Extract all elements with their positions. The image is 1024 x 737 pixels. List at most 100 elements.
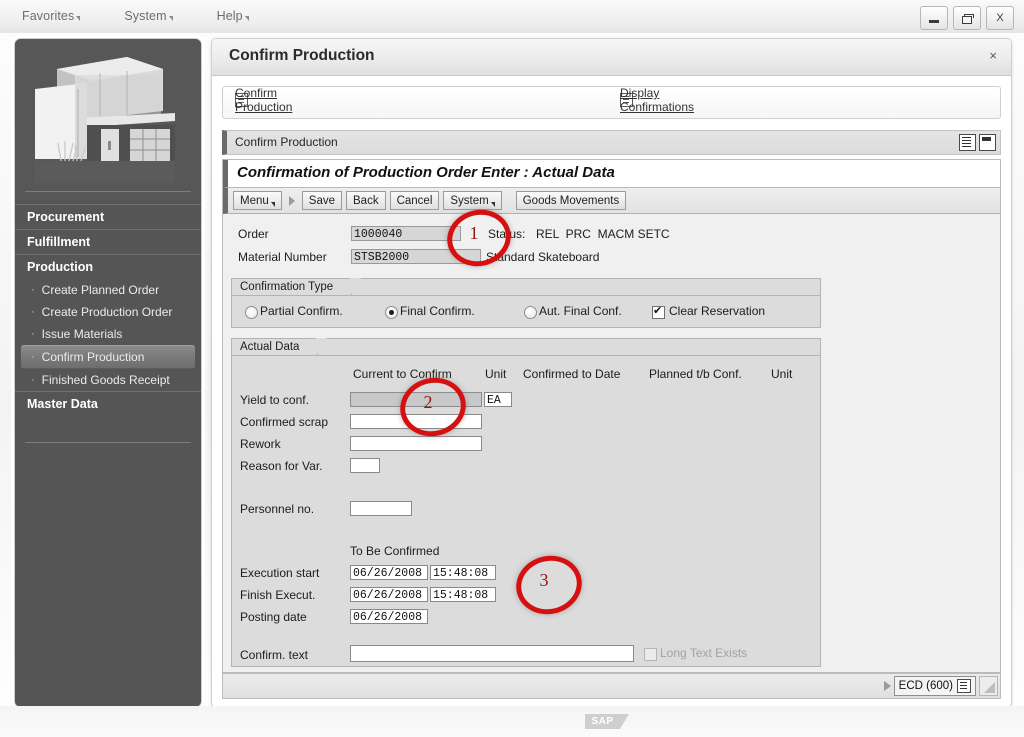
finish-execut-label: Finish Execut. — [240, 588, 316, 602]
sidebar-divider — [25, 191, 191, 192]
order-field[interactable]: 1000040 — [351, 226, 461, 241]
sidebar-item-label: Production — [27, 260, 93, 274]
menu-item-system-label: System — [124, 9, 167, 23]
main-menu-bar: Favorites System Help — [22, 9, 249, 23]
chevron-down-icon — [168, 16, 173, 21]
goods-movements-button-label: Goods Movements — [522, 194, 620, 207]
checkbox-clear-reservation[interactable] — [652, 304, 665, 319]
menu-item-system[interactable]: System — [124, 9, 173, 23]
sidebar-item-label: Confirm Production — [41, 350, 145, 364]
radio-partial-confirm-label: Partial Confirm. — [260, 304, 343, 318]
yield-to-conf-field[interactable] — [350, 392, 482, 407]
panel-header-label: Confirm Production — [235, 135, 338, 149]
sidebar-item-create-production-order[interactable]: · Create Production Order — [15, 301, 201, 323]
sidebar-item-confirm-production[interactable]: · Confirm Production — [21, 345, 195, 369]
chevron-down-icon — [490, 202, 495, 207]
posting-date-field[interactable]: 06/26/2008 — [350, 609, 428, 624]
collapse-icon[interactable] — [979, 134, 996, 151]
actual-data-group-label: Actual Data — [231, 338, 328, 356]
sidebar-item-issue-materials[interactable]: · Issue Materials — [15, 323, 201, 345]
sidebar-item-finished-goods-receipt[interactable]: · Finished Goods Receipt — [15, 369, 201, 391]
tab-display-confirmations[interactable]: Display Confirmations — [620, 86, 694, 114]
factory-building-icon — [15, 39, 201, 199]
chevron-down-icon — [76, 16, 81, 21]
chevron-down-icon — [244, 16, 249, 21]
sidebar-item-label: Procurement — [27, 210, 105, 224]
radio-aut-final-conf[interactable] — [524, 306, 537, 319]
sidebar-item-label: Fulfillment — [27, 235, 91, 249]
goods-movements-button[interactable]: Goods Movements — [515, 191, 627, 210]
execution-start-date-field[interactable]: 06/26/2008 — [350, 565, 428, 580]
confirmation-type-group-label: Confirmation Type — [231, 278, 362, 296]
rework-field[interactable] — [350, 436, 482, 451]
reason-for-var-field[interactable] — [350, 458, 380, 473]
list-view-icon[interactable] — [959, 134, 976, 151]
sidebar-item-fulfillment[interactable]: Fulfillment — [15, 229, 201, 254]
back-button-label: Back — [353, 194, 379, 207]
sidebar-item-label: Master Data — [27, 397, 98, 411]
cancel-button[interactable]: Cancel — [389, 191, 440, 210]
material-number-field[interactable]: STSB2000 — [351, 249, 481, 264]
confirm-text-field[interactable] — [350, 645, 634, 662]
factory-building-image — [15, 39, 201, 199]
toolbar-separator-arrow-icon — [288, 195, 295, 206]
bullet-icon: · — [31, 327, 35, 340]
confirmation-type-group: Confirmation Type Partial Confirm. Final… — [231, 278, 821, 328]
screen-toolbar: Menu Save Back Cancel System Goods Movem… — [223, 188, 1000, 214]
window-title-bar: Favorites System Help X — [0, 0, 1024, 33]
confirmed-scrap-label: Confirmed scrap — [240, 415, 329, 429]
yield-to-conf-unit-field[interactable]: EA — [484, 392, 512, 407]
menu-item-favorites-label: Favorites — [22, 9, 75, 23]
checkbox-long-text-exists-label: Long Text Exists — [660, 646, 748, 660]
navigation-sidebar: Procurement Fulfillment Production · Cre… — [14, 38, 202, 708]
back-button[interactable]: Back — [346, 191, 386, 210]
sidebar-item-label: Create Planned Order — [41, 283, 160, 297]
actual-data-group: Actual Data Current to Confirm Unit Conf… — [231, 338, 821, 667]
window-controls: X — [920, 6, 1014, 30]
column-header-unit-2: Unit — [771, 367, 793, 381]
finish-execut-date-field[interactable]: 06/26/2008 — [350, 587, 428, 602]
status-value: REL PRC MACM SETC — [536, 227, 670, 241]
content-close-icon[interactable]: × — [989, 48, 997, 63]
to-be-confirmed-label: To Be Confirmed — [350, 544, 440, 558]
material-description: Standard Skateboard — [486, 250, 600, 264]
close-button[interactable]: X — [986, 6, 1014, 30]
execution-start-time-field[interactable]: 15:48:08 — [430, 565, 496, 580]
menu-item-favorites[interactable]: Favorites — [22, 9, 81, 23]
page-title: Confirm Production — [229, 47, 375, 64]
resize-grip[interactable] — [979, 676, 998, 696]
bullet-icon: · — [31, 305, 35, 318]
panel-header: Confirm Production — [222, 130, 1001, 155]
restore-button[interactable] — [953, 6, 981, 30]
radio-partial-confirm[interactable] — [245, 306, 258, 319]
tab-confirm-production[interactable]: Confirm Production — [235, 86, 292, 114]
cancel-button-label: Cancel — [396, 194, 433, 207]
menu-item-help[interactable]: Help — [217, 9, 249, 23]
chevron-down-icon — [270, 202, 275, 207]
minimize-button[interactable] — [920, 6, 948, 30]
menu-button[interactable]: Menu — [233, 191, 282, 210]
personnel-no-field[interactable] — [350, 501, 412, 516]
sidebar-item-production[interactable]: Production — [15, 254, 201, 279]
radio-final-confirm[interactable] — [385, 306, 398, 319]
expand-arrow-icon[interactable] — [883, 681, 891, 691]
status-bar: ECD (600) — [222, 673, 1001, 699]
save-button[interactable]: Save — [301, 191, 342, 210]
sidebar-item-procurement[interactable]: Procurement — [15, 204, 201, 229]
column-header-current-to-confirm: Current to Confirm — [353, 367, 452, 381]
server-icon — [957, 679, 971, 693]
finish-execut-time-field[interactable]: 15:48:08 — [430, 587, 496, 602]
screen-title: Confirmation of Production Order Enter :… — [237, 164, 615, 181]
yield-to-conf-label: Yield to conf. — [240, 393, 309, 407]
application-window: Favorites System Help X Procurement Fulf… — [0, 0, 1024, 737]
sap-logo: SAP — [585, 714, 629, 729]
execution-start-label: Execution start — [240, 566, 320, 580]
sidebar-item-label: Finished Goods Receipt — [41, 373, 170, 387]
system-button[interactable]: System — [443, 191, 502, 210]
sidebar-item-master-data[interactable]: Master Data — [15, 391, 201, 416]
checkbox-long-text-exists — [644, 648, 657, 661]
sidebar-item-create-planned-order[interactable]: · Create Planned Order — [15, 279, 201, 301]
radio-final-confirm-label: Final Confirm. — [400, 304, 475, 318]
confirmed-scrap-field[interactable] — [350, 414, 482, 429]
system-indicator[interactable]: ECD (600) — [893, 676, 976, 696]
